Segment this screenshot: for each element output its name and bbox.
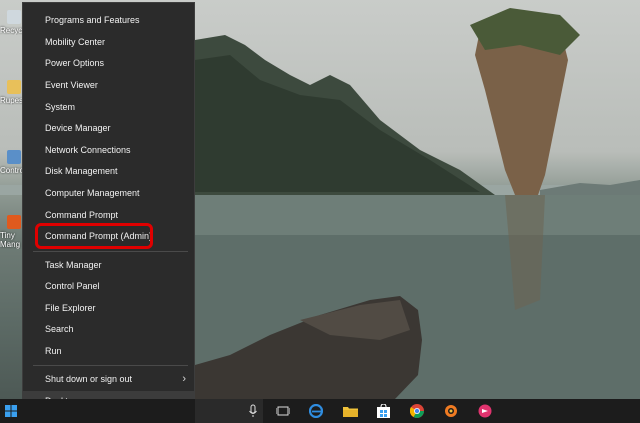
app-icon	[7, 215, 21, 229]
desktop-icon-control-panel[interactable]: Contro	[0, 150, 22, 175]
app-icon	[445, 405, 457, 417]
recycle-bin-icon	[7, 10, 21, 24]
microphone-icon	[249, 404, 257, 417]
menu-item-run[interactable]: Run	[23, 341, 194, 362]
windows-start-icon	[5, 405, 17, 417]
chrome-icon	[410, 404, 424, 418]
store-button[interactable]	[368, 399, 398, 423]
edge-icon	[309, 404, 323, 418]
file-explorer-button[interactable]	[335, 399, 365, 423]
menu-item-task-manager[interactable]: Task Manager	[23, 255, 194, 276]
task-view-icon	[276, 406, 290, 416]
menu-item-shutdown-label: Shut down or sign out	[45, 374, 133, 384]
menu-separator	[33, 365, 188, 366]
menu-item-control-panel[interactable]: Control Panel	[23, 276, 194, 297]
menu-item-mobility-center[interactable]: Mobility Center	[23, 32, 194, 53]
taskbar-app-button[interactable]	[436, 399, 466, 423]
menu-item-power-options[interactable]: Power Options	[23, 53, 194, 74]
chrome-button[interactable]	[402, 399, 432, 423]
desktop-icon-folder[interactable]: Rupes	[0, 80, 22, 105]
desktop-icon-app[interactable]: Tiny Mang	[0, 215, 22, 249]
file-explorer-icon	[342, 407, 358, 417]
menu-separator	[33, 251, 188, 252]
menu-item-computer-management[interactable]: Computer Management	[23, 183, 194, 204]
menu-item-system[interactable]: System	[23, 97, 194, 118]
chevron-right-icon: ›	[182, 373, 186, 385]
menu-item-search[interactable]: Search	[23, 319, 194, 340]
folder-icon	[7, 80, 21, 94]
menu-item-network-connections[interactable]: Network Connections	[23, 140, 194, 161]
highlight-ring	[35, 223, 153, 249]
control-panel-icon	[7, 150, 21, 164]
start-button[interactable]	[0, 399, 22, 423]
menu-item-event-viewer[interactable]: Event Viewer	[23, 75, 194, 96]
menu-item-programs-features[interactable]: Programs and Features	[23, 10, 194, 31]
cortana-microphone-button[interactable]	[238, 399, 268, 423]
menu-item-shutdown[interactable]: Shut down or sign out ›	[23, 369, 194, 390]
winx-menu: Programs and Features Mobility Center Po…	[22, 2, 195, 413]
menu-item-disk-management[interactable]: Disk Management	[23, 161, 194, 182]
taskbar-app-button[interactable]	[470, 399, 500, 423]
taskbar	[0, 399, 640, 423]
menu-item-device-manager[interactable]: Device Manager	[23, 118, 194, 139]
desktop-icon-recycle-bin[interactable]: Recycl	[0, 10, 22, 35]
app-icon	[478, 404, 492, 418]
edge-button[interactable]	[301, 399, 331, 423]
store-icon	[376, 404, 390, 418]
menu-item-file-explorer[interactable]: File Explorer	[23, 298, 194, 319]
task-view-button[interactable]	[268, 399, 298, 423]
